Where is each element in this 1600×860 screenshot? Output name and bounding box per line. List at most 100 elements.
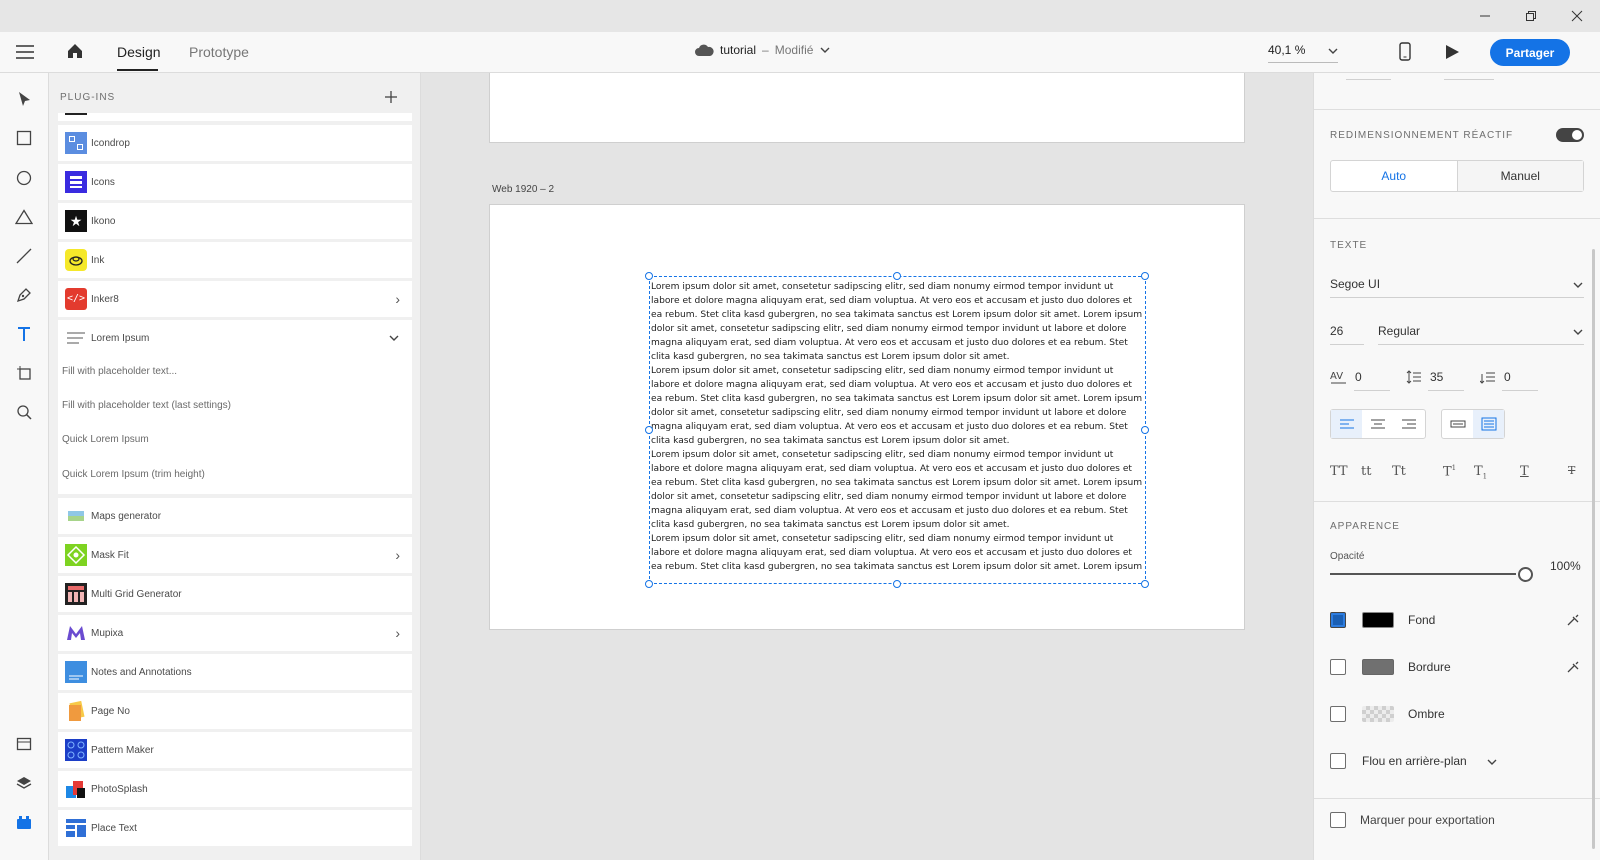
plugin-item-ink[interactable]: Ink [58, 242, 412, 278]
plugin-item-icondrop[interactable]: Icondrop [58, 125, 412, 161]
select-tool-icon[interactable] [12, 87, 36, 111]
opacity-value[interactable]: 100% [1550, 559, 1581, 573]
ellipse-tool-icon[interactable] [12, 166, 36, 190]
auto-width-icon[interactable] [1442, 410, 1473, 438]
align-center-icon[interactable] [1362, 410, 1393, 438]
eyedropper-icon[interactable] [1566, 660, 1580, 674]
resize-handle[interactable] [1141, 272, 1149, 280]
share-button[interactable]: Partager [1490, 39, 1570, 66]
chevron-right-icon[interactable]: › [395, 625, 400, 641]
tab-design[interactable]: Design [117, 44, 161, 60]
superscript-icon[interactable]: T1 [1443, 464, 1456, 479]
plugin-item-lorem-ipsum[interactable]: Lorem Ipsum [58, 320, 412, 356]
hamburger-menu-icon[interactable] [16, 44, 34, 65]
assets-icon[interactable] [12, 732, 36, 756]
lorem-text-block[interactable]: Lorem ipsum dolor sit amet, consetetur s… [651, 280, 1149, 576]
close-icon[interactable] [1554, 0, 1600, 32]
plugin-item-ikono[interactable]: ★ Ikono [58, 203, 412, 239]
line-spacing-input[interactable]: 35 [1430, 370, 1443, 384]
artboard-tool-icon[interactable] [12, 361, 36, 385]
plugin-item-pattern-maker[interactable]: Pattern Maker [58, 732, 412, 768]
align-right-icon[interactable] [1394, 410, 1425, 438]
align-left-icon[interactable] [1331, 410, 1363, 438]
underline-icon[interactable]: T [1520, 464, 1529, 479]
polygon-tool-icon[interactable] [12, 205, 36, 229]
opacity-slider-track[interactable] [1330, 573, 1516, 575]
border-swatch[interactable] [1362, 659, 1394, 675]
titlecase-icon[interactable]: Tt [1392, 464, 1406, 479]
subscript-icon[interactable]: T1 [1474, 464, 1487, 481]
auto-button[interactable]: Auto [1331, 161, 1458, 191]
eyedropper-icon[interactable] [1566, 613, 1580, 627]
chevron-down-icon[interactable] [1486, 757, 1498, 767]
add-plugin-icon[interactable] [385, 91, 397, 103]
home-icon[interactable] [66, 42, 84, 65]
chevron-down-icon[interactable] [388, 333, 400, 343]
plugin-item-notes[interactable]: Notes and Annotations [58, 654, 412, 690]
shadow-checkbox[interactable] [1330, 706, 1346, 722]
background-blur-checkbox[interactable] [1330, 753, 1346, 769]
uppercase-icon[interactable]: TT [1330, 464, 1348, 479]
plugin-item-place-text[interactable]: Place Text [58, 810, 412, 846]
plugin-item-mupixa[interactable]: Mupixa › [58, 615, 412, 651]
pen-tool-icon[interactable] [12, 283, 36, 307]
plugin-item-multi-grid[interactable]: Multi Grid Generator [58, 576, 412, 612]
mobile-preview-icon[interactable] [1399, 42, 1411, 62]
resize-handle[interactable] [893, 272, 901, 280]
submenu-fill-last-settings[interactable]: Fill with placeholder text (last setting… [62, 400, 231, 411]
plugins-icon[interactable] [12, 810, 36, 834]
artboard-label[interactable]: Web 1920 – 2 [492, 184, 554, 195]
plugin-item-page-no[interactable]: Page No [58, 693, 412, 729]
resize-handle[interactable] [645, 580, 653, 588]
font-size-input[interactable]: 26 [1330, 324, 1343, 338]
text-tool-icon[interactable] [12, 322, 36, 346]
fill-checkbox[interactable] [1330, 612, 1346, 628]
resize-handle[interactable] [1141, 426, 1149, 434]
chevron-down-icon[interactable] [1572, 280, 1584, 290]
zoom-level[interactable]: 40,1 % [1268, 43, 1305, 57]
resize-handle[interactable] [893, 580, 901, 588]
shadow-swatch[interactable] [1362, 706, 1394, 722]
tab-prototype[interactable]: Prototype [189, 44, 249, 60]
play-icon[interactable] [1444, 44, 1460, 60]
lowercase-icon[interactable]: tt [1361, 464, 1371, 479]
line-tool-icon[interactable] [12, 244, 36, 268]
fill-swatch[interactable] [1362, 612, 1394, 628]
zoom-chevron-down-icon[interactable] [1327, 46, 1339, 56]
resize-handle[interactable] [1141, 580, 1149, 588]
border-checkbox[interactable] [1330, 659, 1346, 675]
chevron-right-icon[interactable]: › [395, 547, 400, 563]
opacity-slider-thumb[interactable] [1518, 567, 1533, 582]
submenu-fill-placeholder[interactable]: Fill with placeholder text... [62, 366, 177, 377]
restore-icon[interactable] [1508, 0, 1554, 32]
panel-scrollbar[interactable] [1592, 249, 1595, 849]
rectangle-tool-icon[interactable] [12, 126, 36, 150]
plugin-item-maps-generator[interactable]: Maps generator [58, 498, 412, 534]
zoom-tool-icon[interactable] [12, 400, 36, 424]
submenu-quick-lorem-trim[interactable]: Quick Lorem Ipsum (trim height) [62, 469, 205, 480]
responsive-toggle[interactable] [1556, 128, 1584, 142]
plugin-item-photosplash[interactable]: PhotoSplash [58, 771, 412, 807]
fixed-size-icon[interactable] [1473, 410, 1504, 438]
plugin-item-inker8[interactable]: </> Inker8 › [58, 281, 412, 317]
minimize-icon[interactable] [1462, 0, 1508, 32]
strikethrough-icon[interactable]: T [1568, 464, 1575, 477]
background-blur-label[interactable]: Flou en arrière-plan [1362, 754, 1467, 768]
export-label[interactable]: Marquer pour exportation [1360, 813, 1495, 827]
resize-handle[interactable] [645, 272, 653, 280]
chevron-right-icon[interactable]: › [395, 291, 400, 307]
document-title[interactable]: tutorial – Modifié [694, 43, 831, 57]
char-spacing-input[interactable]: 0 [1355, 370, 1362, 384]
resize-handle[interactable] [645, 426, 653, 434]
manual-button[interactable]: Manuel [1457, 161, 1583, 191]
chevron-down-icon[interactable] [1572, 327, 1584, 337]
layers-icon[interactable] [12, 771, 36, 795]
paragraph-spacing-input[interactable]: 0 [1504, 370, 1511, 384]
export-checkbox[interactable] [1330, 812, 1346, 828]
plugin-item-icons[interactable]: Icons [58, 164, 412, 200]
font-weight-select[interactable]: Regular [1378, 324, 1420, 338]
plugin-item-mask-fit[interactable]: Mask Fit › [58, 537, 412, 573]
font-family-select[interactable]: Segoe UI [1330, 277, 1380, 291]
artboard-1[interactable] [489, 73, 1245, 143]
submenu-quick-lorem[interactable]: Quick Lorem Ipsum [62, 434, 149, 445]
